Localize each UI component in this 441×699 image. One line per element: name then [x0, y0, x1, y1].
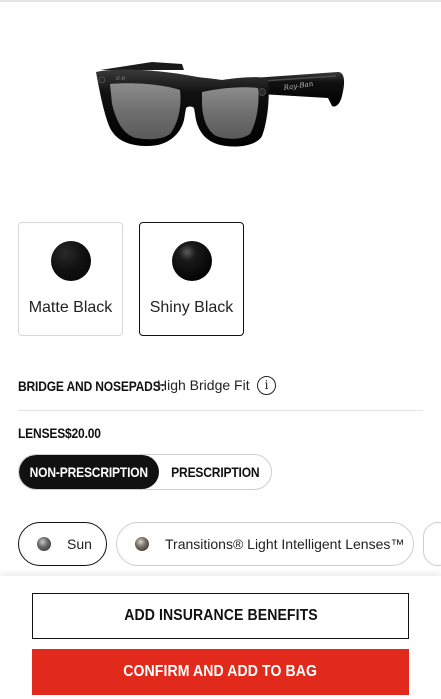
lens-swatch-icon	[37, 537, 51, 551]
lenses-price: $20.00	[65, 425, 101, 441]
confirm-label: CONFIRM AND ADD TO BAG	[123, 663, 318, 680]
matte-black-swatch-icon	[50, 241, 91, 281]
non-prescription-label: NON-PRESCRIPTION	[29, 464, 149, 480]
lens-type-label: Sun	[67, 536, 92, 552]
lens-swatch-icon	[135, 537, 149, 551]
lens-type-sun[interactable]: Sun	[18, 522, 107, 566]
lenses-title: LENSES	[18, 425, 66, 441]
bridge-nosepads-row: BRIDGE AND NOSEPADS: High Bridge Fit i	[18, 376, 276, 396]
svg-text:R-B: R-B	[115, 76, 125, 82]
top-divider	[0, 0, 441, 2]
color-option-label: Matte Black	[28, 299, 113, 316]
color-option-shiny-black[interactable]: Shiny Black	[139, 222, 244, 336]
bridge-title: BRIDGE AND NOSEPADS:	[18, 378, 165, 394]
add-insurance-label: ADD INSURANCE BENEFITS	[123, 607, 318, 624]
non-prescription-option[interactable]: NON-PRESCRIPTION	[19, 455, 159, 489]
prescription-option[interactable]: PRESCRIPTION	[159, 455, 271, 489]
lenses-header: LENSES $20.00	[18, 425, 101, 443]
section-divider	[18, 410, 423, 411]
lens-type-next[interactable]	[423, 522, 441, 566]
info-icon[interactable]: i	[257, 376, 276, 395]
lens-type-label: Transitions® Light Intelligent Lenses™	[165, 536, 405, 552]
lens-type-transitions[interactable]: Transitions® Light Intelligent Lenses™	[116, 522, 414, 566]
action-panel: ADD INSURANCE BENEFITS CONFIRM AND ADD T…	[0, 576, 441, 699]
color-option-label: Shiny Black	[149, 299, 234, 316]
prescription-toggle: NON-PRESCRIPTION PRESCRIPTION	[18, 454, 272, 490]
confirm-add-to-bag-button[interactable]: CONFIRM AND ADD TO BAG	[32, 649, 409, 695]
shiny-black-swatch-icon	[171, 241, 212, 281]
color-option-matte-black[interactable]: Matte Black	[18, 222, 123, 336]
bridge-value: High Bridge Fit	[157, 377, 250, 393]
prescription-label: PRESCRIPTION	[170, 464, 260, 480]
product-image: Ray-Ban R-B	[96, 62, 345, 147]
add-insurance-button[interactable]: ADD INSURANCE BENEFITS	[32, 593, 409, 639]
